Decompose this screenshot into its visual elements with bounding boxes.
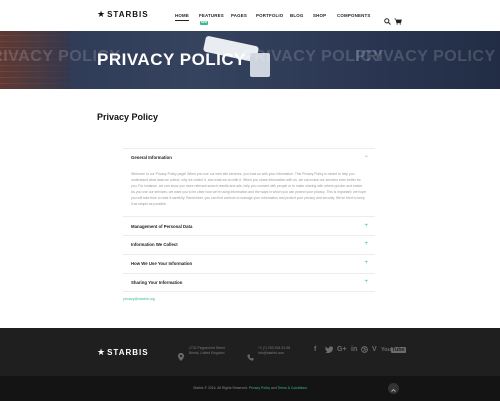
accordion-body-general: Welcome to our Privacy Policy page! When… xyxy=(131,172,366,207)
logo-text: STARBIS xyxy=(107,10,149,19)
copyright-bar: Starbis © 2016. All Rights Reserved. Pri… xyxy=(0,376,500,401)
accordion-item-sharing[interactable]: Sharing Your Information + xyxy=(123,273,375,292)
accordion-title: Information We Collect xyxy=(131,242,178,247)
terms-link[interactable]: Terms & Conditions xyxy=(278,386,307,390)
nav-home[interactable]: HOME xyxy=(175,13,189,21)
copyright-text: Starbis © 2016. All Rights Reserved. Pri… xyxy=(0,386,500,390)
star-logo-icon: ★ xyxy=(97,347,106,357)
search-icon[interactable] xyxy=(384,12,391,30)
nav-portfolio[interactable]: PORTFOLIO xyxy=(256,13,283,18)
copyright-and: and xyxy=(270,386,277,390)
accordion-title: Sharing Your Information xyxy=(131,280,183,285)
site-header: ★ STARBIS HOME NEW FEATURES PAGES PORTFO… xyxy=(0,0,500,31)
cart-icon[interactable] xyxy=(394,12,402,30)
privacy-policy-link[interactable]: Privacy Policy xyxy=(249,386,270,390)
accordion-item-management[interactable]: Management of Personal Data + xyxy=(123,216,375,235)
accordion-item-collect[interactable]: Information We Collect + xyxy=(123,235,375,254)
nav-features[interactable]: FEATURES xyxy=(199,13,224,18)
accordion-title: Management of Personal Data xyxy=(131,224,193,229)
hero-title: PRIVACY POLICY xyxy=(97,50,247,69)
footer-logo[interactable]: ★ STARBIS xyxy=(97,347,149,358)
footer-logo-text: STARBIS xyxy=(107,348,149,357)
footer-email[interactable]: info@starbis.com xyxy=(258,351,284,356)
back-to-top-button[interactable] xyxy=(388,383,399,394)
nav-components[interactable]: COMPONENTS xyxy=(337,13,370,18)
new-badge: NEW xyxy=(200,21,208,25)
plus-icon[interactable]: + xyxy=(364,223,368,229)
nav-blog[interactable]: BLOG xyxy=(290,13,303,18)
linkedin-icon[interactable]: in xyxy=(351,346,357,354)
copyright-prefix: Starbis © 2016. All Rights Reserved. xyxy=(193,386,248,390)
nav-shop[interactable]: SHOP xyxy=(313,13,326,18)
plus-icon[interactable]: + xyxy=(364,279,368,285)
chevron-up-icon xyxy=(391,388,396,392)
nav-pages[interactable]: PAGES xyxy=(231,13,247,18)
page-title: Privacy Policy xyxy=(97,112,159,122)
phone-icon xyxy=(247,348,254,366)
accordion-item-general[interactable]: General Information − xyxy=(123,148,375,167)
facebook-icon[interactable]: f xyxy=(314,346,316,354)
minus-icon[interactable]: − xyxy=(364,154,368,160)
plus-icon[interactable]: + xyxy=(364,241,368,247)
dribbble-icon[interactable] xyxy=(361,346,368,356)
footer-address-line2: Bristol, United Kingdom xyxy=(189,351,225,355)
accordion-title: How We Use Your Information xyxy=(131,261,193,266)
star-logo-icon: ★ xyxy=(97,9,106,19)
google-plus-icon[interactable]: G+ xyxy=(337,346,347,354)
accordion-title: General Information xyxy=(131,155,172,160)
logo[interactable]: ★ STARBIS xyxy=(97,9,149,20)
twitter-icon[interactable] xyxy=(325,346,334,356)
accordion-item-use[interactable]: How We Use Your Information + xyxy=(123,254,375,273)
vimeo-icon[interactable]: V xyxy=(372,346,377,354)
location-pin-icon xyxy=(178,348,184,366)
privacy-email-link[interactable]: privacy@starbis.org xyxy=(123,297,155,301)
hero-ghost-text-right: PRIVACY POLICY xyxy=(355,48,496,65)
plus-icon[interactable]: + xyxy=(364,260,368,266)
youtube-icon[interactable]: YouTube xyxy=(381,346,406,354)
